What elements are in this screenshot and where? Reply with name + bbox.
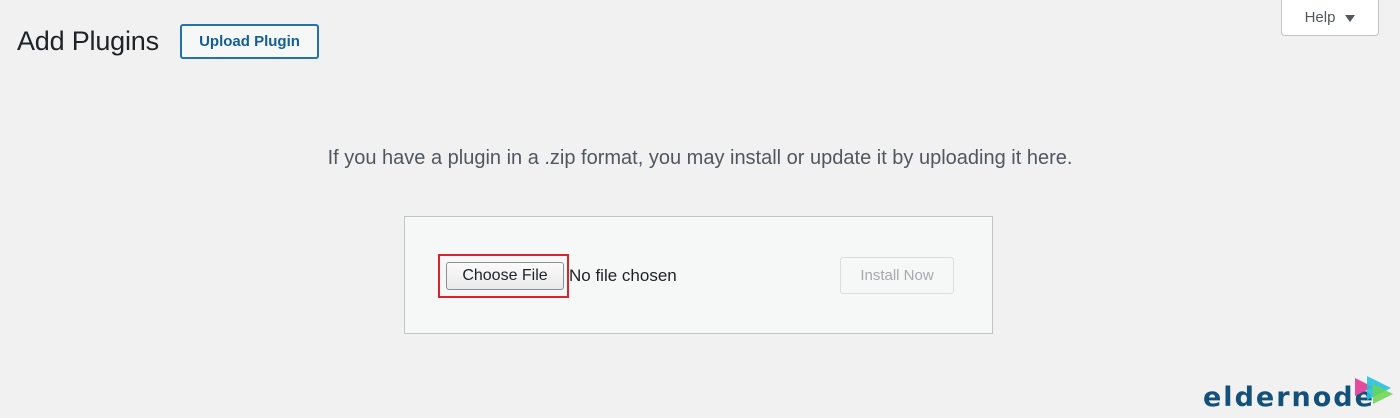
caret-down-icon (1345, 14, 1356, 22)
install-now-button[interactable]: Install Now (840, 257, 954, 294)
upload-plugin-form: Choose File No file chosen Install Now (404, 216, 993, 334)
upload-plugin-button[interactable]: Upload Plugin (180, 24, 319, 59)
help-tab-label: Help (1304, 9, 1336, 26)
file-status-text: No file chosen (569, 266, 677, 285)
logo-text: eldernode (1203, 382, 1375, 413)
choose-file-button[interactable]: Choose File (446, 262, 564, 290)
page-title: Add Plugins (17, 26, 159, 56)
eldernode-logo: eldernode (1203, 374, 1399, 418)
help-tab-button[interactable]: Help (1281, 0, 1379, 36)
upload-help-text: If you have a plugin in a .zip format, y… (327, 147, 1073, 169)
add-plugins-page: Help Add Plugins Upload Plugin If you ha… (0, 0, 1400, 418)
play-arrows-icon (1355, 376, 1393, 404)
